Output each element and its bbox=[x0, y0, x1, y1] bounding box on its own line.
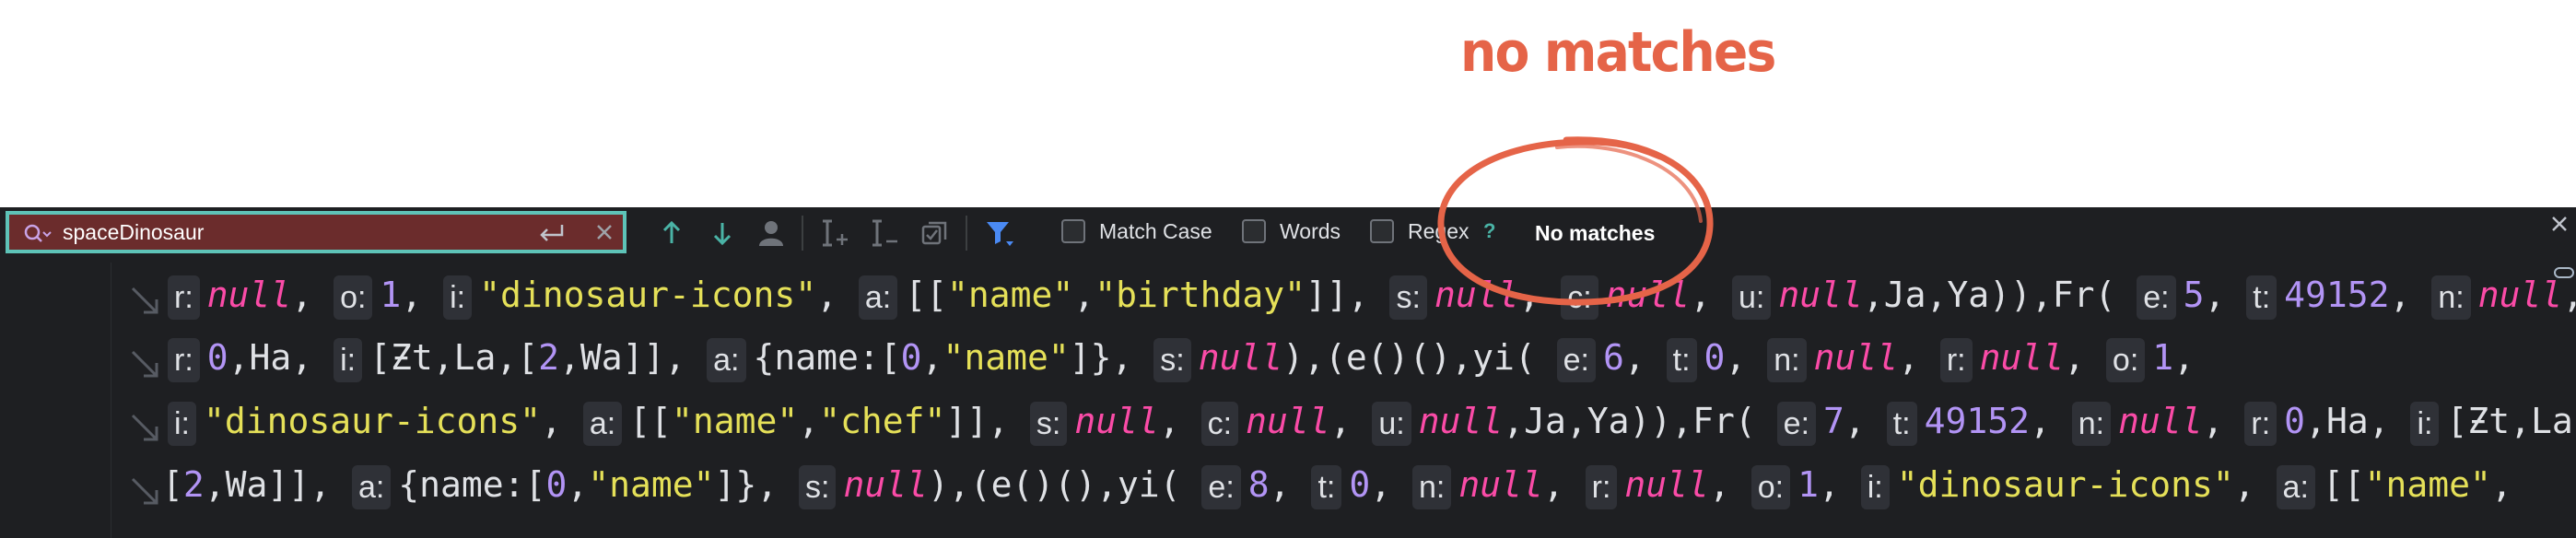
search-history-icon[interactable] bbox=[22, 222, 53, 246]
code-line: [2,Wa]], a: {name:[0,"name"]}, s: null),(e… bbox=[162, 455, 2512, 514]
enter-newline-icon[interactable] bbox=[538, 222, 566, 244]
remove-occurrence-icon[interactable] bbox=[870, 217, 901, 249]
parameter-hint: e: bbox=[1201, 464, 1241, 509]
parameter-hint: n: bbox=[1412, 464, 1452, 509]
parameter-hint: r: bbox=[168, 337, 200, 382]
parameter-hint: i: bbox=[1860, 464, 1890, 509]
words-checkbox[interactable] bbox=[1242, 219, 1266, 243]
match-case-checkbox[interactable] bbox=[1061, 219, 1085, 243]
code-line: r: 0,Ha, i: [Ƶt,La,[2,Wa]], a: {name:[0,"na… bbox=[168, 328, 2195, 387]
code-line: r: null, o: 1, i: "dinosaur-icons", a: [["na… bbox=[168, 265, 2576, 324]
parameter-hint: u: bbox=[1372, 401, 1411, 446]
soft-wrap-icon bbox=[131, 350, 158, 378]
parameter-hint: o: bbox=[334, 275, 373, 320]
parameter-hint: c: bbox=[1561, 275, 1598, 320]
regex-help-link[interactable]: ? bbox=[1483, 217, 1495, 245]
soft-wrap-icon bbox=[131, 477, 158, 505]
soft-wrap-icon bbox=[131, 414, 158, 441]
close-icon[interactable] bbox=[2550, 215, 2569, 233]
match-case-label: Match Case bbox=[1099, 219, 1212, 243]
parameter-hint: e: bbox=[1776, 401, 1817, 446]
match-status: No matches bbox=[1535, 221, 1656, 245]
regex-label: Regex bbox=[1408, 219, 1469, 243]
parameter-hint: s: bbox=[1153, 337, 1191, 382]
parameter-hint: s: bbox=[1029, 401, 1068, 446]
parameter-hint: a: bbox=[2276, 464, 2315, 509]
parameter-hint: a: bbox=[582, 401, 623, 446]
search-field[interactable] bbox=[6, 211, 626, 253]
parameter-hint: r: bbox=[2244, 401, 2277, 446]
parameter-hint: o: bbox=[1751, 464, 1791, 509]
parameter-hint: n: bbox=[2431, 275, 2471, 320]
annotation-text: no matches bbox=[1460, 20, 1776, 85]
parameter-hint: t: bbox=[1666, 337, 1697, 382]
parameter-hint: t: bbox=[1886, 401, 1917, 446]
parameter-hint: s: bbox=[1389, 275, 1427, 320]
parameter-hint: a: bbox=[707, 337, 746, 382]
search-input[interactable] bbox=[63, 215, 486, 250]
toolbar-separator bbox=[802, 216, 803, 251]
parameter-hint: i: bbox=[2410, 401, 2440, 446]
parameter-hint: t: bbox=[1311, 464, 1342, 509]
add-occurrence-icon[interactable] bbox=[820, 217, 851, 249]
select-all-occurrences-icon[interactable] bbox=[919, 217, 951, 249]
parameter-hint: i: bbox=[168, 401, 196, 446]
parameter-hint: i: bbox=[443, 275, 473, 320]
parameter-hint: c: bbox=[1200, 401, 1239, 446]
parameter-hint: e: bbox=[2137, 275, 2176, 320]
user-icon[interactable] bbox=[755, 217, 787, 249]
editor-gutter bbox=[0, 263, 111, 538]
soft-wrap-icon bbox=[131, 287, 158, 314]
parameter-hint: r: bbox=[1585, 464, 1618, 509]
parameter-hint: n: bbox=[2071, 401, 2112, 446]
clear-icon[interactable] bbox=[595, 223, 614, 241]
toolbar-separator bbox=[966, 216, 967, 251]
arrow-down-icon[interactable] bbox=[707, 217, 738, 249]
parameter-hint: a: bbox=[351, 464, 392, 509]
arrow-up-icon[interactable] bbox=[656, 217, 687, 249]
parameter-hint: r: bbox=[1939, 337, 1973, 382]
parameter-hint: a: bbox=[858, 275, 898, 320]
filter-icon[interactable] bbox=[984, 217, 1015, 249]
words-label: Words bbox=[1280, 219, 1341, 243]
parameter-hint: o: bbox=[2105, 337, 2146, 382]
parameter-hint: r: bbox=[168, 275, 200, 320]
parameter-hint: u: bbox=[1731, 275, 1772, 320]
parameter-hint: n: bbox=[1767, 337, 1807, 382]
parameter-hint: t: bbox=[2246, 275, 2277, 320]
parameter-hint: e: bbox=[1556, 337, 1596, 382]
code-line: i: "dinosaur-icons", a: [["name","chef"]],… bbox=[168, 392, 2576, 450]
regex-checkbox[interactable] bbox=[1370, 219, 1394, 243]
code-editor[interactable]: r: null, o: 1, i: "dinosaur-icons", a: [["na… bbox=[0, 263, 2576, 538]
parameter-hint: i: bbox=[334, 337, 363, 382]
parameter-hint: s: bbox=[799, 464, 837, 509]
